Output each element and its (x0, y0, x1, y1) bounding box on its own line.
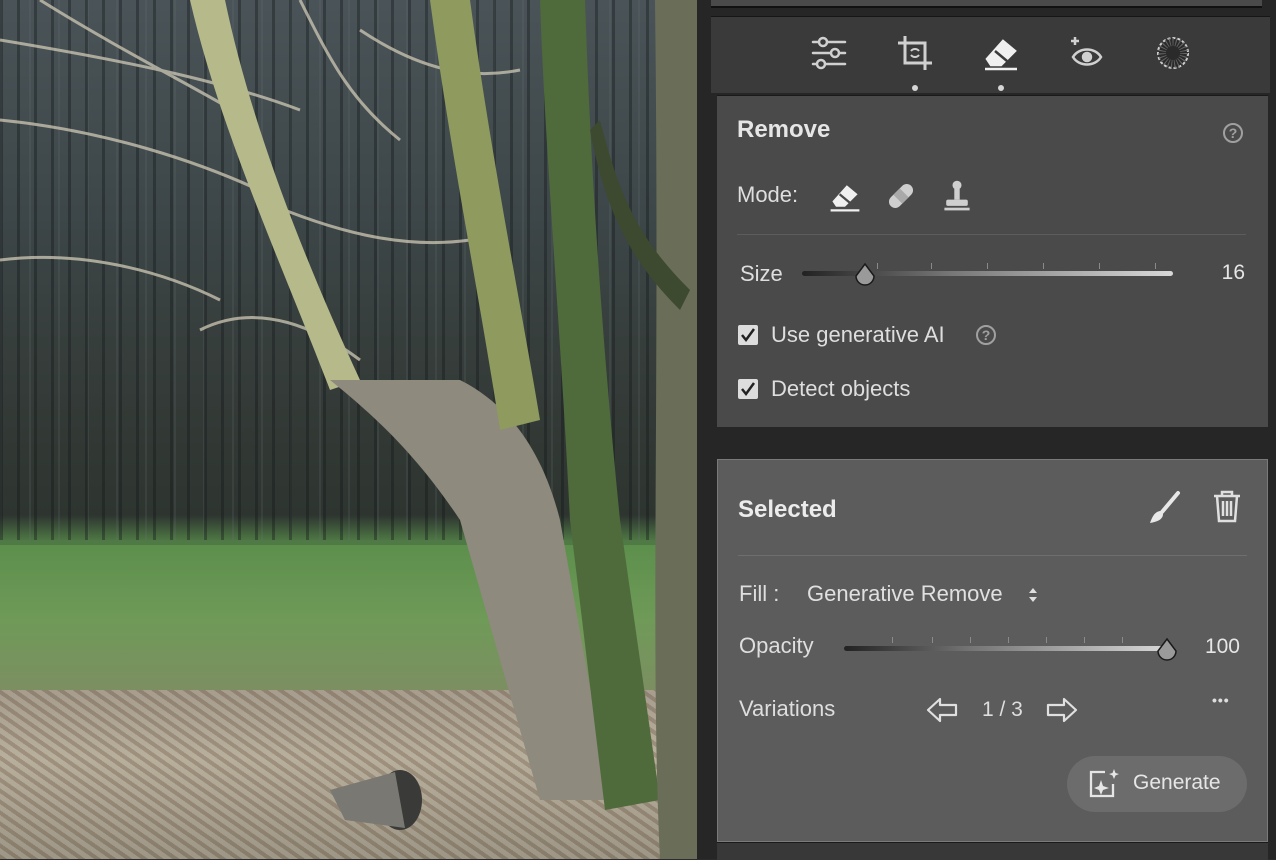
remove-active-dot (998, 85, 1004, 91)
opacity-slider-thumb[interactable] (1156, 637, 1177, 661)
brush-icon[interactable] (1146, 490, 1182, 526)
generate-sparkle-icon (1087, 768, 1121, 800)
mode-heal-bandage-icon[interactable] (883, 178, 919, 214)
size-slider-thumb[interactable] (854, 262, 875, 286)
size-value[interactable]: 16 (1187, 261, 1245, 285)
detect-objects-label[interactable]: Detect objects (771, 376, 910, 402)
size-tick (1043, 263, 1044, 269)
tool-strip (711, 16, 1270, 93)
crop-icon[interactable] (893, 31, 937, 75)
detect-objects-checkbox[interactable] (738, 379, 758, 399)
next-variation-arrow-icon[interactable] (1044, 695, 1080, 725)
trash-icon[interactable] (1210, 488, 1244, 524)
red-eye-icon[interactable] (1065, 31, 1109, 75)
opacity-tick (1008, 637, 1009, 643)
opacity-label: Opacity (739, 633, 814, 658)
size-tick (1099, 263, 1100, 269)
previous-variation-arrow-icon[interactable] (924, 695, 960, 725)
variations-label: Variations (739, 696, 836, 721)
opacity-tick (892, 637, 893, 643)
opacity-tick (1046, 637, 1047, 643)
selected-section: Selected Fill : Generative Remove Opacit… (717, 459, 1268, 842)
ai-help-icon[interactable]: ? (976, 325, 996, 345)
selected-divider (738, 555, 1247, 556)
size-tick (931, 263, 932, 269)
use-ai-label[interactable]: Use generative AI (771, 322, 945, 348)
remove-divider (737, 234, 1246, 235)
fill-select[interactable]: Generative Remove (807, 581, 1003, 607)
opacity-tick (1122, 637, 1123, 643)
opacity-tick (970, 637, 971, 643)
selected-title: Selected (738, 496, 837, 523)
generate-button[interactable]: Generate (1067, 756, 1247, 812)
remove-section: Remove ? Mode: Size 16 Use generative AI… (717, 95, 1268, 427)
remove-title: Remove (737, 116, 831, 143)
size-tick (987, 263, 988, 269)
fill-label: Fill : (739, 581, 780, 606)
next-section-edge (717, 842, 1268, 860)
opacity-value[interactable]: 100 (1178, 635, 1240, 659)
opacity-tick (1084, 637, 1085, 643)
size-tick (1155, 263, 1156, 269)
edit-sliders-icon[interactable] (807, 31, 851, 75)
edit-panel: Remove ? Mode: Size 16 Use generative AI… (697, 0, 1276, 860)
more-options-icon[interactable]: ••• (1212, 692, 1230, 708)
mode-clone-stamp-icon[interactable] (939, 178, 975, 214)
mode-label: Mode: (737, 182, 799, 207)
use-ai-checkbox[interactable] (738, 325, 758, 345)
masking-icon[interactable] (1151, 31, 1195, 75)
panel-top-edge (711, 0, 1262, 8)
tree-trunks (0, 0, 697, 859)
fill-updown-icon[interactable] (1026, 584, 1040, 606)
remove-help-icon[interactable]: ? (1223, 123, 1243, 143)
crop-active-dot (912, 85, 918, 91)
variation-counter: 1 / 3 (982, 698, 1023, 721)
size-label: Size (740, 261, 783, 286)
eraser-icon[interactable] (979, 31, 1023, 75)
opacity-slider[interactable] (844, 646, 1170, 651)
size-tick (877, 263, 878, 269)
generate-label: Generate (1133, 771, 1221, 794)
photo-preview[interactable] (0, 0, 697, 859)
opacity-tick (932, 637, 933, 643)
mode-remove-eraser-icon[interactable] (827, 178, 863, 214)
